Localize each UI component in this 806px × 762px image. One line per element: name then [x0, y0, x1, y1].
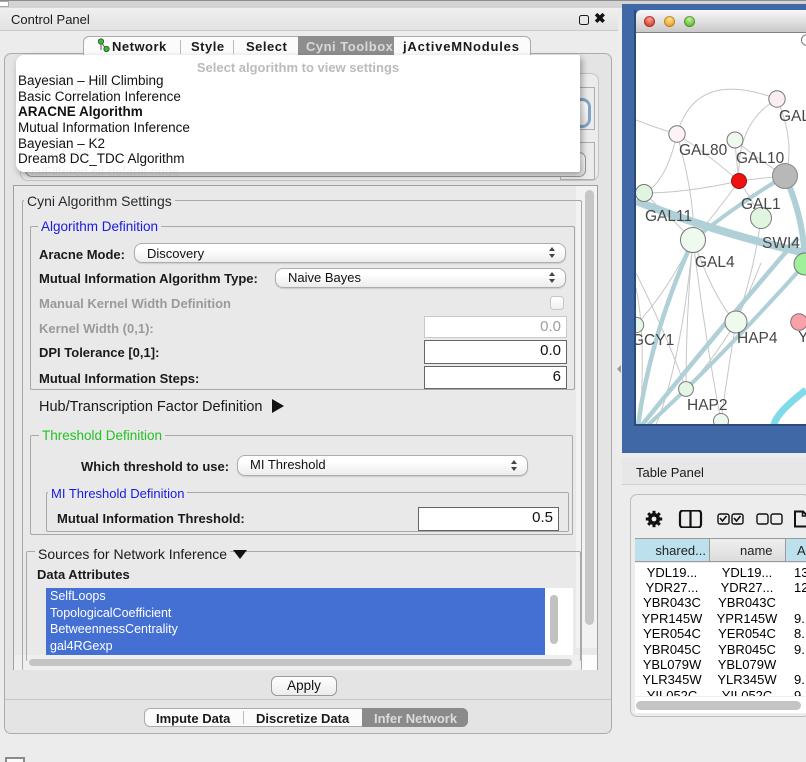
- svg-text:HAP4: HAP4: [737, 330, 778, 347]
- svg-text:Y: Y: [798, 329, 806, 346]
- svg-text:GAL11: GAL11: [645, 208, 692, 225]
- svg-text:GAL80: GAL80: [679, 142, 728, 159]
- svg-text:GAL7: GAL7: [779, 108, 806, 125]
- svg-text:GCY1: GCY1: [636, 332, 674, 349]
- svg-text:SWI4: SWI4: [762, 235, 800, 252]
- svg-text:GAL1: GAL1: [741, 196, 781, 213]
- svg-text:GAL10: GAL10: [736, 150, 785, 167]
- svg-text:GAL4: GAL4: [695, 254, 735, 271]
- svg-text:HAP2: HAP2: [687, 397, 728, 414]
